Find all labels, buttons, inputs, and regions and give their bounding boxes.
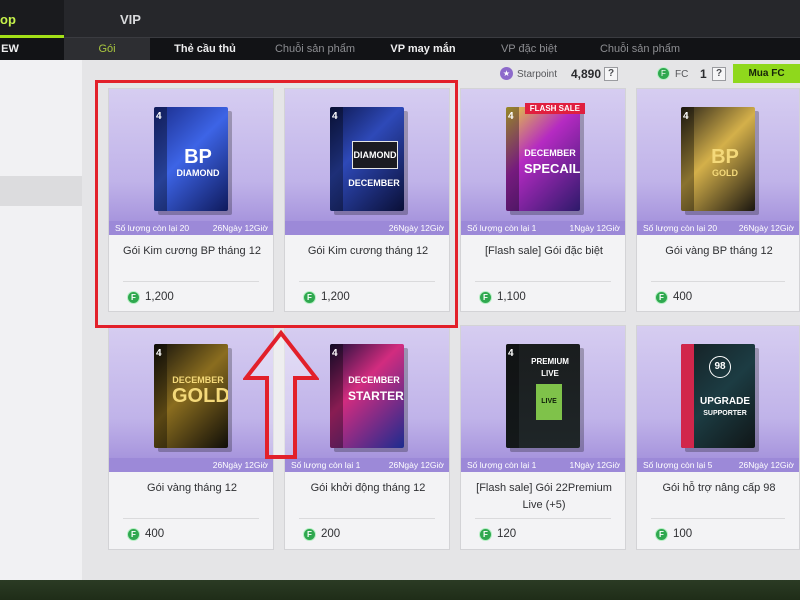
package-title: Gói khởi động tháng 12 — [310, 482, 426, 494]
time-remaining: 26Ngày 12Giờ — [388, 460, 444, 470]
up-arrow-icon — [243, 330, 319, 459]
bp-gold-pack-icon: 4 BP GOLD — [681, 107, 755, 211]
package-card[interactable]: 4 BP GOLD Số lượng còn lại 20 26Ngày 12Gi… — [636, 88, 800, 312]
stock-timer-strip: Số lượng còn lại 1 1Ngày 12Giờ — [461, 221, 625, 235]
starter-pack-icon: 4 DECEMBER STARTER — [330, 344, 404, 448]
subtab-product-chain-2[interactable]: Chuỗi sản phẩm — [590, 38, 690, 60]
time-remaining: 26Ngày 12Giờ — [212, 460, 268, 470]
starpoint-label: Starpoint — [517, 69, 558, 80]
fc-label: FC — [675, 69, 689, 80]
upgrade-supporter-pack-icon: 98 UPGRADE SUPPORTER — [681, 344, 755, 448]
subtab-packages[interactable]: Gói — [64, 38, 150, 60]
buy-fc-button[interactable]: Mua FC — [733, 64, 800, 83]
stock-timer-strip: 26Ngày 12Giờ — [109, 458, 273, 472]
package-title: Gói vàng BP tháng 12 — [665, 245, 773, 257]
remaining-quantity: Số lượng còn lại 20 — [643, 223, 718, 233]
stock-timer-strip: Số lượng còn lại 1 26Ngày 12Giờ — [285, 458, 449, 472]
highlight-box — [95, 80, 458, 328]
fc-coin-icon: F — [303, 528, 316, 541]
gold-pack-icon: 4 DECEMBER GOLD — [154, 344, 228, 448]
fc-coin-icon: F — [127, 528, 140, 541]
remaining-quantity: Số lượng còn lại 1 — [467, 223, 537, 233]
fifa-shop-screen: op VIP EW Gói Thẻ cầu thủ Chuỗi sản phẩm… — [0, 0, 800, 600]
time-remaining: 26Ngày 12Giờ — [738, 223, 794, 233]
package-title: [Flash sale] Gói 22Premium Live (+5) — [476, 482, 612, 511]
stock-timer-strip: Số lượng còn lại 1 1Ngày 12Giờ — [461, 458, 625, 472]
package-image: 4 DECEMBER SPECAIL FLASH SALE — [461, 89, 625, 221]
time-remaining: 1Ngày 12Giờ — [569, 460, 620, 470]
starpoint-add-button[interactable]: ? — [604, 67, 618, 81]
stock-timer-strip: Số lượng còn lại 20 26Ngày 12Giờ — [637, 221, 799, 235]
package-image: 98 UPGRADE SUPPORTER — [637, 326, 799, 458]
tab-shop[interactable]: op — [0, 0, 64, 38]
sub-navigation: EW Gói Thẻ cầu thủ Chuỗi sản phẩm VP may… — [0, 38, 800, 60]
package-card[interactable]: 4 PREMIUM LIVE LIVE Số lượng còn lại 1 1… — [460, 325, 626, 550]
background-grass — [0, 580, 800, 600]
package-image: 4 PREMIUM LIVE LIVE — [461, 326, 625, 458]
time-remaining: 26Ngày 12Giờ — [738, 460, 794, 470]
subtab-player-cards[interactable]: Thẻ cầu thủ — [160, 38, 250, 60]
left-sidebar — [0, 60, 82, 580]
top-tab-bar: op VIP — [0, 0, 800, 38]
remaining-quantity: Số lượng còn lại 1 — [467, 460, 537, 470]
tab-vip[interactable]: VIP — [120, 0, 160, 38]
subtab-special-vp[interactable]: VP đặc biệt — [484, 38, 574, 60]
package-title: Gói vàng tháng 12 — [147, 482, 237, 494]
package-image: 4 BP GOLD — [637, 89, 799, 221]
fc-coin-icon: F — [655, 528, 668, 541]
special-pack-icon: 4 DECEMBER SPECAIL — [506, 107, 580, 211]
subtab-lucky-vp[interactable]: VP may mắn — [378, 38, 468, 60]
remaining-quantity: Số lượng còn lại 1 — [291, 460, 361, 470]
fc-coin-icon: F — [655, 291, 668, 304]
premium-live-pack-icon: 4 PREMIUM LIVE LIVE — [506, 344, 580, 448]
subtab-new[interactable]: EW — [0, 38, 20, 60]
fc-coin-icon: F — [657, 67, 670, 80]
package-title: [Flash sale] Gói đặc biệt — [484, 245, 603, 257]
time-remaining: 1Ngày 12Giờ — [569, 223, 620, 233]
starpoint-value: 4,890 — [571, 67, 602, 81]
package-title: Gói hỗ trợ nâng cấp 98 — [662, 482, 776, 494]
remaining-quantity: Số lượng còn lại 5 — [643, 460, 713, 470]
starpoint-icon: ★ — [500, 67, 513, 80]
fc-add-button[interactable]: ? — [712, 67, 726, 81]
stock-timer-strip: Số lượng còn lại 5 26Ngày 12Giờ — [637, 458, 799, 472]
fc-value: 1 — [700, 67, 707, 81]
flash-sale-badge: FLASH SALE — [524, 103, 585, 114]
package-card[interactable]: 98 UPGRADE SUPPORTER Số lượng còn lại 5 2… — [636, 325, 800, 550]
fc-coin-icon: F — [479, 528, 492, 541]
sidebar-selected-item[interactable] — [0, 176, 82, 206]
fc-coin-icon: F — [479, 291, 492, 304]
subtab-product-chain-1[interactable]: Chuỗi sản phẩm — [265, 38, 365, 60]
package-card[interactable]: 4 DECEMBER SPECAIL FLASH SALE Số lượng cò… — [460, 88, 626, 312]
